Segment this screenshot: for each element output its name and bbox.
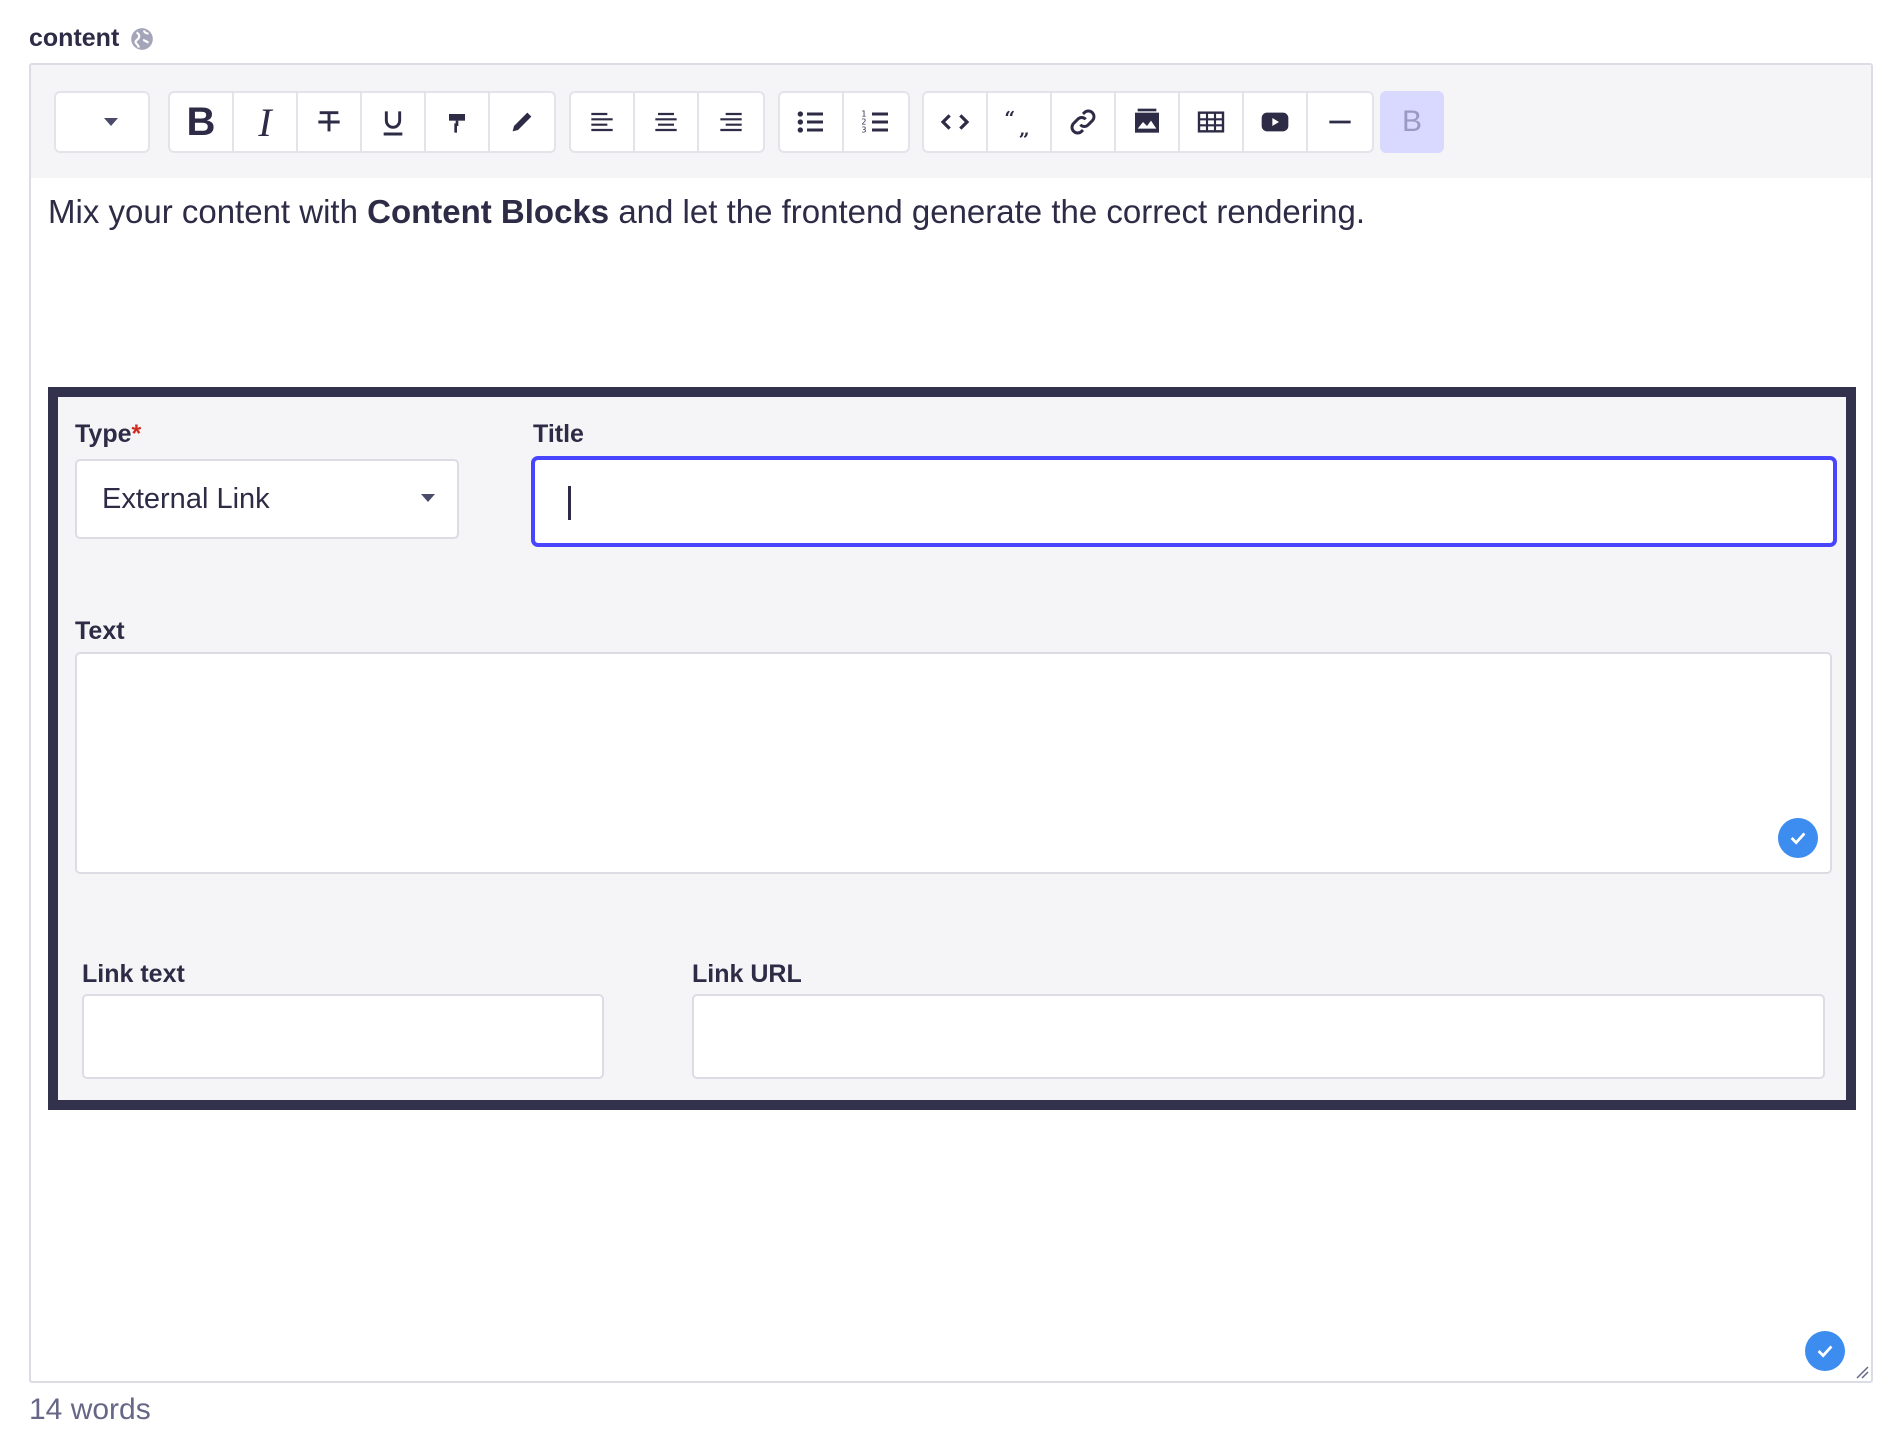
video-icon — [1261, 112, 1289, 132]
heading-select[interactable] — [54, 91, 150, 153]
insert-group: “„ — [922, 91, 1374, 153]
align-left-button[interactable] — [571, 93, 635, 151]
quote-button[interactable]: “„ — [988, 93, 1052, 151]
bold-button[interactable]: B — [170, 93, 234, 151]
strikethrough-icon — [318, 111, 340, 132]
underline-button[interactable] — [362, 93, 426, 151]
globe-icon — [129, 26, 155, 52]
align-center-button[interactable] — [635, 93, 699, 151]
bullet-list-button[interactable] — [780, 93, 844, 151]
heading-select-button[interactable] — [56, 93, 148, 151]
checkmark-icon — [1805, 1331, 1845, 1371]
link-text-input[interactable] — [82, 994, 604, 1079]
code-button[interactable] — [924, 93, 988, 151]
field-label-text: content — [29, 24, 120, 52]
pencil-icon — [512, 112, 532, 132]
title-input[interactable] — [531, 456, 1837, 547]
rich-text-editor[interactable]: B I 1 2 3 “ „ B Mix your content with Co… — [29, 63, 1873, 1383]
text-area[interactable] — [75, 652, 1832, 874]
svg-text:“: “ — [1004, 108, 1015, 130]
bullet-list-icon — [797, 111, 823, 133]
checkmark-icon — [1778, 818, 1818, 858]
align-group — [569, 91, 765, 153]
align-left-icon — [591, 112, 613, 132]
horizontal-rule-button[interactable] — [1308, 93, 1372, 151]
align-center-icon — [655, 112, 677, 132]
content-block[interactable]: Type* External Link Title Text Link text… — [48, 387, 1856, 1110]
code-icon — [940, 114, 970, 130]
link-button[interactable] — [1052, 93, 1116, 151]
paint-roller-icon — [449, 114, 465, 133]
chevron-down-icon — [421, 494, 435, 502]
quote-icon: “„ — [1004, 108, 1030, 138]
editor-toolbar: B I 1 2 3 “ „ B — [31, 65, 1871, 178]
underline-icon — [383, 111, 403, 136]
format-group: B I — [168, 91, 556, 153]
text-label: Text — [75, 617, 125, 645]
type-select-value: External Link — [102, 482, 270, 515]
align-right-button[interactable] — [699, 93, 763, 151]
horizontal-rule-icon — [1329, 120, 1351, 124]
pencil-button[interactable] — [490, 93, 554, 151]
link-url-input[interactable] — [692, 994, 1825, 1079]
image-button[interactable] — [1116, 93, 1180, 151]
word-count: 14 words — [29, 1393, 151, 1426]
table-icon — [1197, 111, 1225, 133]
image-icon — [1135, 108, 1159, 133]
type-select[interactable]: External Link — [75, 459, 459, 539]
resize-handle-icon[interactable] — [1855, 1365, 1869, 1379]
preview-button[interactable]: B — [1380, 91, 1444, 153]
title-label: Title — [533, 420, 584, 448]
link-url-label: Link URL — [692, 960, 802, 988]
align-right-icon — [720, 112, 742, 132]
required-asterisk: * — [131, 420, 142, 448]
field-label: content — [29, 24, 155, 53]
video-button[interactable] — [1244, 93, 1308, 151]
bold-text: Content Blocks — [367, 193, 610, 230]
svg-text:„: „ — [1019, 118, 1030, 138]
type-label: Type* — [75, 420, 142, 448]
link-text-label: Link text — [82, 960, 185, 988]
chevron-down-icon — [104, 118, 118, 126]
numbered-list-button[interactable]: 123 — [844, 93, 908, 151]
text-cursor — [568, 486, 571, 520]
editor-paragraph[interactable]: Mix your content with Content Blocks and… — [48, 193, 1365, 231]
link-icon — [1070, 109, 1096, 135]
svg-text:3: 3 — [861, 126, 866, 135]
strikethrough-button[interactable] — [298, 93, 362, 151]
table-button[interactable] — [1180, 93, 1244, 151]
format-painter-button[interactable] — [426, 93, 490, 151]
list-group: 123 — [778, 91, 910, 153]
numbered-list-icon: 123 — [861, 110, 888, 135]
italic-button[interactable]: I — [234, 93, 298, 151]
